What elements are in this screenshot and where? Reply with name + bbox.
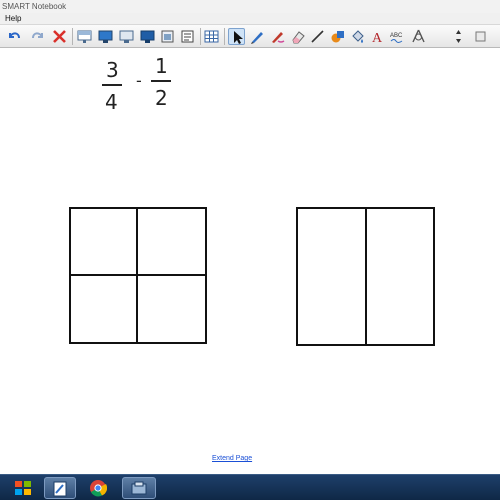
chrome-icon[interactable] [82,477,114,499]
fraction-a-denominator: 4 [105,90,118,114]
notebook-canvas[interactable]: 3 4 - 1 2 Extend Page [0,48,500,474]
fraction-b-numerator: 1 [155,54,168,78]
fraction-a-bar [102,84,122,86]
pen-icon[interactable] [249,28,266,45]
halves-rectangle[interactable] [296,207,435,346]
display-2-icon[interactable] [118,28,135,45]
toolbar: A ABC [0,25,500,48]
line-icon[interactable] [309,28,326,45]
fraction-b-bar [151,80,171,82]
document-camera-icon[interactable] [179,28,196,45]
start-icon[interactable] [8,477,38,499]
eraser-icon[interactable] [289,28,306,45]
presentation-icon[interactable] [139,28,156,45]
fraction-b-denominator: 2 [155,86,168,110]
undo-icon[interactable] [6,28,23,45]
fourths-horizontal-divider [71,274,205,276]
capture-icon[interactable] [159,28,176,45]
display-icon[interactable] [97,28,114,45]
fill-icon[interactable] [349,28,366,45]
creative-pen-icon[interactable] [269,28,286,45]
text-tool-glyph: A [372,31,383,45]
halves-vertical-divider [365,209,367,344]
menu-item-help[interactable]: Help [5,14,21,23]
select-icon[interactable] [228,28,245,45]
text-icon[interactable]: A [369,28,386,45]
redo-icon[interactable] [29,28,46,45]
delete-icon[interactable] [51,28,68,45]
abc-glyph: ABC [390,33,403,39]
notebook-app-icon[interactable] [44,477,76,499]
screen-shade-icon[interactable] [76,28,93,45]
properties-icon[interactable] [410,28,427,45]
menu-bar: Help [0,13,500,25]
window-title: SMART Notebook [0,0,500,13]
extend-page-link[interactable]: Extend Page [212,455,252,462]
taskbar [0,474,500,500]
table-icon[interactable] [203,28,220,45]
fraction-a-numerator: 3 [106,58,119,82]
handwriting-icon[interactable]: ABC [389,28,406,45]
smart-tools-icon[interactable] [122,477,156,499]
minus-operator: - [136,71,142,90]
fourths-square[interactable] [69,207,207,344]
shapes-icon[interactable] [329,28,346,45]
toolbar-extra-icon[interactable] [472,28,489,45]
move-icon[interactable] [450,28,467,45]
